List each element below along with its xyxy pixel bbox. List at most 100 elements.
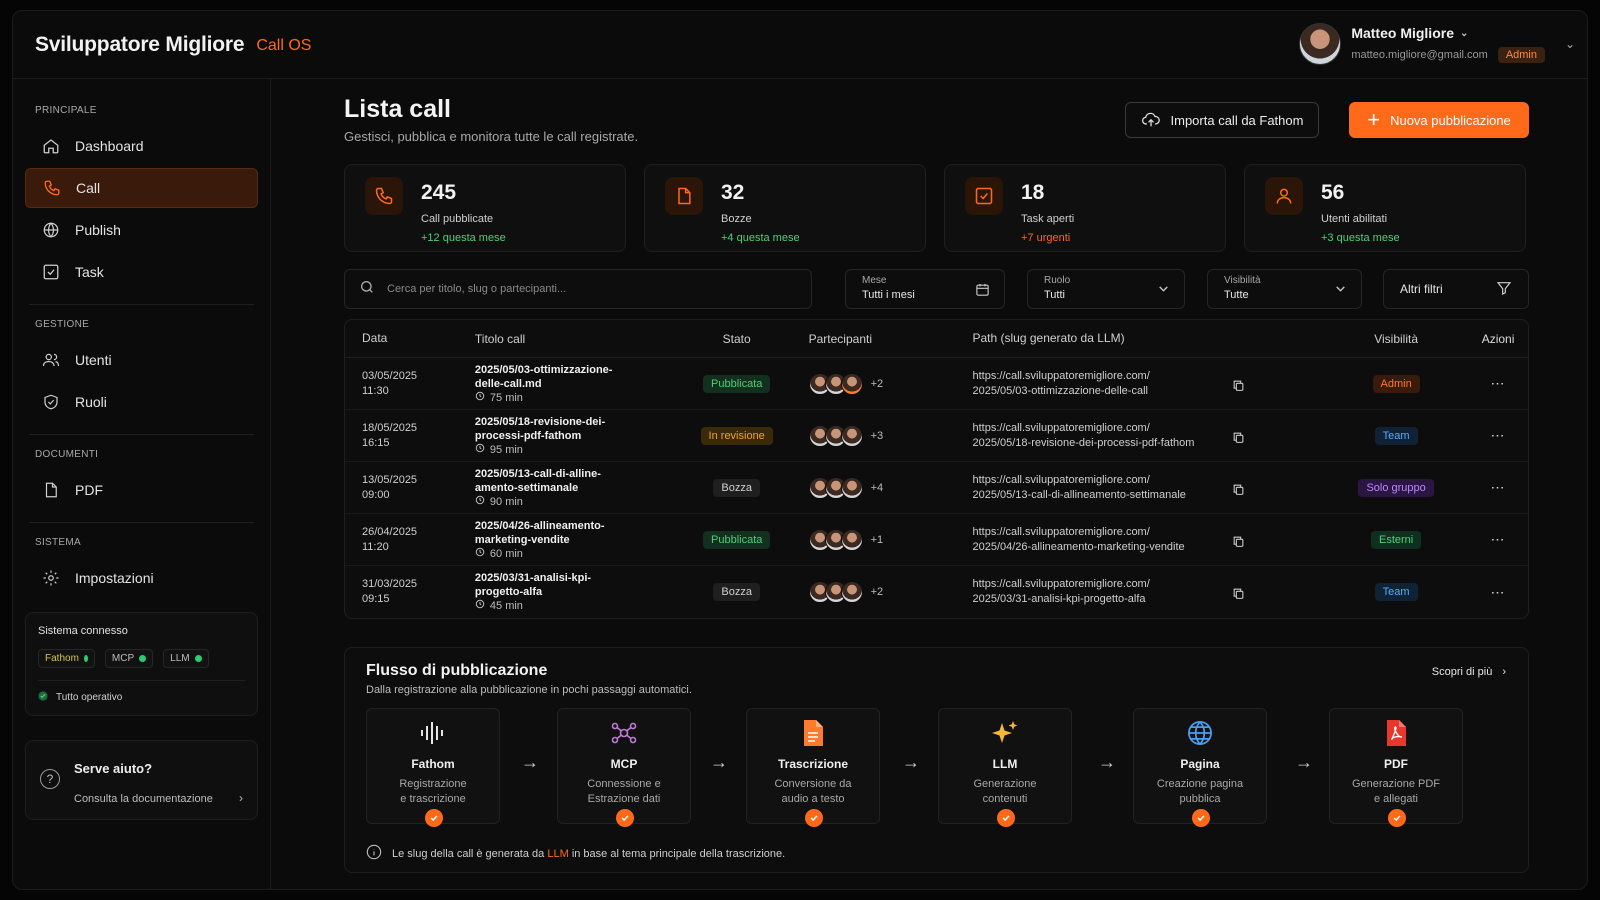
chevron-down-icon[interactable]: ⌄ <box>1565 37 1575 51</box>
duration-text: 45 min <box>489 600 523 612</box>
stat-card-drafts: 32 Bozze +4 questa mese <box>644 164 926 252</box>
row-participants[interactable]: +3 <box>808 424 973 447</box>
time-text: 11:20 <box>362 540 389 553</box>
more-actions-icon[interactable]: ⋯ <box>1468 427 1528 444</box>
row-date: 18/05/2025 16:15 <box>345 421 475 451</box>
sidebar-item-ruoli[interactable]: Ruoli <box>25 382 258 422</box>
more-actions-icon[interactable]: ⋯ <box>1468 375 1528 392</box>
user-menu[interactable]: Matteo Migliore ⌄ matteo.migliore@gmail.c… <box>1299 23 1575 65</box>
section-title: DOCUMENTI <box>35 449 99 460</box>
status-badge: Pubblicata <box>703 530 771 549</box>
month-filter[interactable]: Mese Tutti i mesi <box>845 269 1005 309</box>
more-filters-button[interactable]: Altri filtri <box>1383 269 1529 309</box>
copy-icon[interactable] <box>1232 483 1245 501</box>
sidebar-item-pdf[interactable]: PDF <box>25 470 258 510</box>
row-state: Pubblicata <box>665 374 809 393</box>
chip-label: LLM <box>170 653 190 664</box>
table-row[interactable]: 13/05/2025 09:00 2025/05/13-call-di-alline… <box>345 462 1528 514</box>
info-icon <box>366 844 382 863</box>
note-text: in base al tema principale della trascri… <box>571 847 786 860</box>
table-row[interactable]: 18/05/2025 16:15 2025/05/18-revisione-dei-… <box>345 410 1528 462</box>
step-name: Pagina <box>1180 757 1220 771</box>
more-actions-icon[interactable]: ⋯ <box>1468 531 1528 548</box>
column-header[interactable]: Titolo call <box>475 332 665 346</box>
import-fathom-button[interactable]: Importa call da Fathom <box>1125 102 1319 138</box>
plus-icon: + <box>1367 107 1381 132</box>
cloud-upload-icon <box>1141 110 1161 131</box>
title-line: 2025/04/26-allineamento- <box>474 519 605 532</box>
status-badge: In revisione <box>700 426 773 445</box>
sidebar-item-label: Task <box>75 264 104 280</box>
column-header[interactable]: Stato <box>665 332 809 346</box>
arrow-right-icon: → <box>1098 752 1116 772</box>
step-desc: Registrazione <box>399 778 467 790</box>
row-title[interactable]: 2025/03/31-analisi-kpi-progetto-alfa 45 m… <box>475 571 665 613</box>
help-link[interactable]: Consulta la documentazione <box>74 793 213 805</box>
duration-text: 95 min <box>489 443 523 456</box>
sidebar-item-utenti[interactable]: Utenti <box>25 340 258 380</box>
page-subtitle: Gestisci, pubblica e monitora tutte le c… <box>344 129 639 144</box>
role-filter[interactable]: Ruolo Tutti <box>1027 269 1185 309</box>
file-text-icon <box>747 719 879 747</box>
chevron-down-icon <box>1157 282 1170 298</box>
stat-card-calls: 245 Call pubblicate +12 questa mese <box>344 164 626 252</box>
column-header[interactable]: Data <box>345 331 475 346</box>
step-desc: e allegati <box>1373 793 1419 805</box>
flow-note: Le slug della call è generata da LLM in … <box>366 844 785 863</box>
sidebar-item-impostazioni[interactable]: Impostazioni <box>25 558 258 598</box>
sidebar-item-publish[interactable]: Publish <box>25 210 258 250</box>
row-title[interactable]: 2025/05/03-ottimizzazione-delle-call.md 7… <box>475 363 665 405</box>
section-title: GESTIONE <box>35 319 90 330</box>
row-state: Bozza <box>665 583 809 601</box>
sidebar-item-label: Utenti <box>75 352 112 368</box>
help-panel[interactable]: ? Serve aiuto? Consulta la documentazion… <box>25 740 258 820</box>
filter-bar: Mese Tutti i mesi Ruolo Tutti Visibilità… <box>344 269 1529 309</box>
row-title[interactable]: 2025/05/18-revisione-dei-processi-pdf-fa… <box>475 415 665 457</box>
visibility-filter[interactable]: Visibilità Tutte <box>1207 269 1362 309</box>
section-title: SISTEMA <box>35 537 81 548</box>
phone-icon <box>365 177 403 215</box>
more-actions-icon[interactable]: ⋯ <box>1468 584 1528 601</box>
status-badge: Pubblicata <box>703 374 771 393</box>
copy-icon[interactable] <box>1232 431 1245 449</box>
column-header[interactable]: Visibilità <box>1324 332 1468 346</box>
column-header[interactable]: Path (slug generato da LLM) <box>972 331 1324 346</box>
copy-icon[interactable] <box>1232 535 1245 553</box>
copy-icon[interactable] <box>1232 587 1245 605</box>
filter-icon <box>1496 280 1512 299</box>
network-icon <box>558 719 690 747</box>
table-row[interactable]: 03/05/2025 11:30 2025/05/03-ottimizzazione… <box>345 358 1528 410</box>
row-participants[interactable]: +2 <box>808 581 973 603</box>
search-input[interactable] <box>387 283 787 295</box>
publishing-flow-panel: Flusso di pubblicazione Dalla registrazi… <box>344 647 1529 873</box>
filter-value: Tutti i mesi <box>862 289 915 301</box>
clock-icon <box>475 443 485 457</box>
learn-more-link[interactable]: Scopri di più › <box>1432 666 1506 678</box>
row-participants[interactable]: +2 <box>808 372 973 395</box>
visibility-badge: Team <box>1374 426 1418 445</box>
table-row[interactable]: 31/03/2025 09:15 2025/03/31-analisi-kpi-pr… <box>345 566 1528 618</box>
document-icon <box>665 177 703 215</box>
copy-icon[interactable] <box>1232 379 1245 397</box>
sidebar-item-label: Impostazioni <box>75 570 154 586</box>
row-title[interactable]: 2025/04/26-allineamento-marketing-vendit… <box>475 519 665 561</box>
table-header: Data Titolo call Stato Partecipanti Path… <box>345 320 1528 358</box>
row-participants[interactable]: +1 <box>808 528 973 551</box>
participants-more: +3 <box>870 429 884 442</box>
flow-title: Flusso di pubblicazione <box>366 662 548 679</box>
new-publication-button[interactable]: + Nuova pubblicazione <box>1349 102 1529 138</box>
more-actions-icon[interactable]: ⋯ <box>1468 479 1528 496</box>
row-participants[interactable]: +4 <box>808 476 973 499</box>
chevron-down-icon: ⌄ <box>1459 27 1469 39</box>
brand-name: Sviluppatore Migliore <box>35 32 245 56</box>
table-row[interactable]: 26/04/2025 11:20 2025/04/26-allineamento-m… <box>345 514 1528 566</box>
step-name: MCP <box>610 757 638 771</box>
document-icon <box>41 480 61 500</box>
row-title[interactable]: 2025/05/13-call-di-alline-amento-settima… <box>475 467 665 509</box>
sidebar-item-task[interactable]: Task <box>25 252 258 292</box>
column-header[interactable]: Partecipanti <box>809 332 973 346</box>
stat-value: 245 <box>421 181 457 204</box>
sidebar-item-dashboard[interactable]: Dashboard <box>25 126 258 166</box>
learn-more-label: Scopri di più <box>1431 666 1493 678</box>
sidebar-item-call[interactable]: Call <box>25 168 258 208</box>
